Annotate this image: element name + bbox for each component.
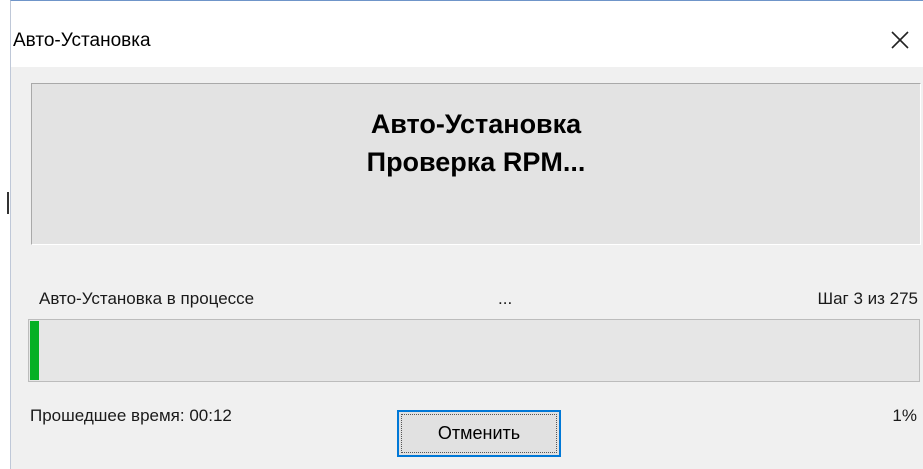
close-button[interactable] xyxy=(883,23,917,57)
progress-fill xyxy=(30,321,39,380)
banner-title: Авто-Установка xyxy=(370,109,582,139)
status-dots: ... xyxy=(498,289,513,308)
progress-percent: 1% xyxy=(892,406,917,425)
close-icon xyxy=(891,31,909,49)
window-title: Авто-Установка xyxy=(13,30,151,51)
title-bar[interactable]: Авто-Установка xyxy=(11,1,923,67)
step-counter: Шаг 3 из 275 xyxy=(817,289,918,308)
banner-subtitle: Проверка RPM... xyxy=(366,147,586,177)
cancel-button[interactable]: Отменить xyxy=(397,410,561,457)
background-edge xyxy=(0,0,10,469)
progress-bar xyxy=(28,319,920,382)
status-label: Авто-Установка в процессе xyxy=(39,289,255,308)
edge-marker xyxy=(7,192,9,214)
elapsed-time: Прошедшее время: 00:12 xyxy=(30,406,232,425)
status-banner: Авто-Установка Проверка RPM... xyxy=(31,83,921,245)
auto-setup-dialog: Авто-Установка Авто-Установка Проверка R… xyxy=(10,0,923,469)
cancel-button-label: Отменить xyxy=(437,423,521,443)
